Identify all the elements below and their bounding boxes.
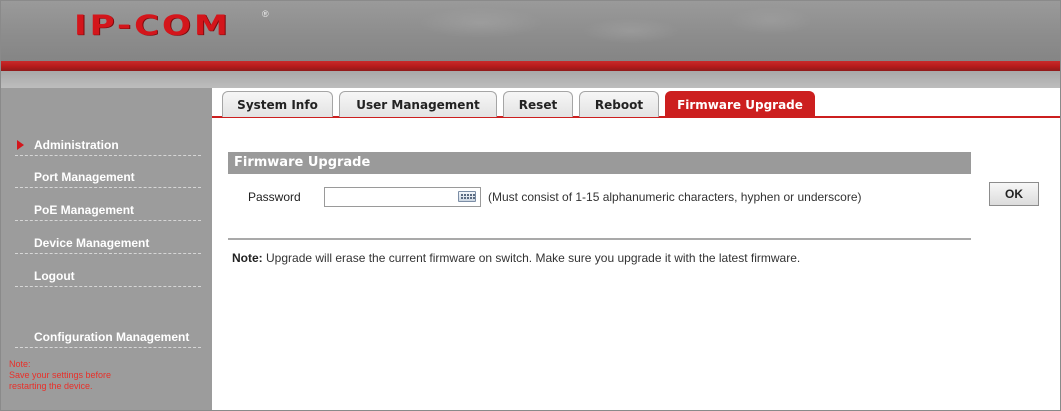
keyboard-icon[interactable] (458, 191, 476, 202)
sidebar-item-configuration-management[interactable]: Configuration Management (15, 326, 201, 348)
sidebar-item-label: Administration (34, 138, 119, 152)
tab-bar: System Info User Management Reset Reboot… (212, 88, 1060, 118)
sidebar-note-line-1: Save your settings before (9, 370, 112, 380)
sidebar-item-label: PoE Management (34, 203, 135, 217)
sidebar-item-label: Port Management (34, 170, 135, 184)
tab-reboot[interactable]: Reboot (579, 91, 659, 117)
upgrade-note: Note: Upgrade will erase the current fir… (232, 251, 800, 265)
sidebar-note: Note: Save your settings before restarti… (9, 359, 209, 392)
note-label: Note: (232, 251, 263, 265)
tab-reset[interactable]: Reset (503, 91, 573, 117)
sidebar-item-poe-management[interactable]: PoE Management (15, 199, 201, 221)
brand-logo: IP-COM (74, 9, 231, 42)
sidebar: Administration Port Management PoE Manag… (1, 88, 212, 410)
note-text: Upgrade will erase the current firmware … (262, 251, 801, 265)
sidebar-item-port-management[interactable]: Port Management (15, 166, 201, 188)
registered-mark: ® (262, 9, 269, 19)
tab-label: Reset (518, 98, 558, 112)
ok-button[interactable]: OK (989, 182, 1039, 206)
password-hint: (Must consist of 1-15 alphanumeric chara… (488, 190, 862, 204)
header-red-stripe (1, 61, 1060, 71)
sidebar-item-label: Logout (34, 269, 75, 283)
tab-label: System Info (237, 98, 318, 112)
tab-label: User Management (356, 98, 480, 112)
triangle-right-icon (17, 140, 24, 150)
tab-label: Reboot (594, 98, 644, 112)
divider (228, 238, 971, 240)
sidebar-item-device-management[interactable]: Device Management (15, 232, 201, 254)
tab-label: Firmware Upgrade (677, 98, 803, 112)
header-grey-strip (1, 71, 1060, 88)
sidebar-item-label: Device Management (34, 236, 150, 250)
tab-system-info[interactable]: System Info (222, 91, 333, 117)
sidebar-note-line-2: restarting the device. (9, 381, 93, 391)
sidebar-note-title: Note: (9, 359, 31, 369)
sidebar-item-logout[interactable]: Logout (15, 265, 201, 287)
sidebar-item-administration[interactable]: Administration (15, 134, 201, 156)
password-label: Password (248, 190, 301, 204)
tab-user-management[interactable]: User Management (339, 91, 497, 117)
section-title: Firmware Upgrade (228, 152, 971, 174)
tab-firmware-upgrade[interactable]: Firmware Upgrade (665, 91, 815, 117)
sidebar-item-label: Configuration Management (34, 330, 190, 344)
world-map-graphic (301, 1, 901, 61)
